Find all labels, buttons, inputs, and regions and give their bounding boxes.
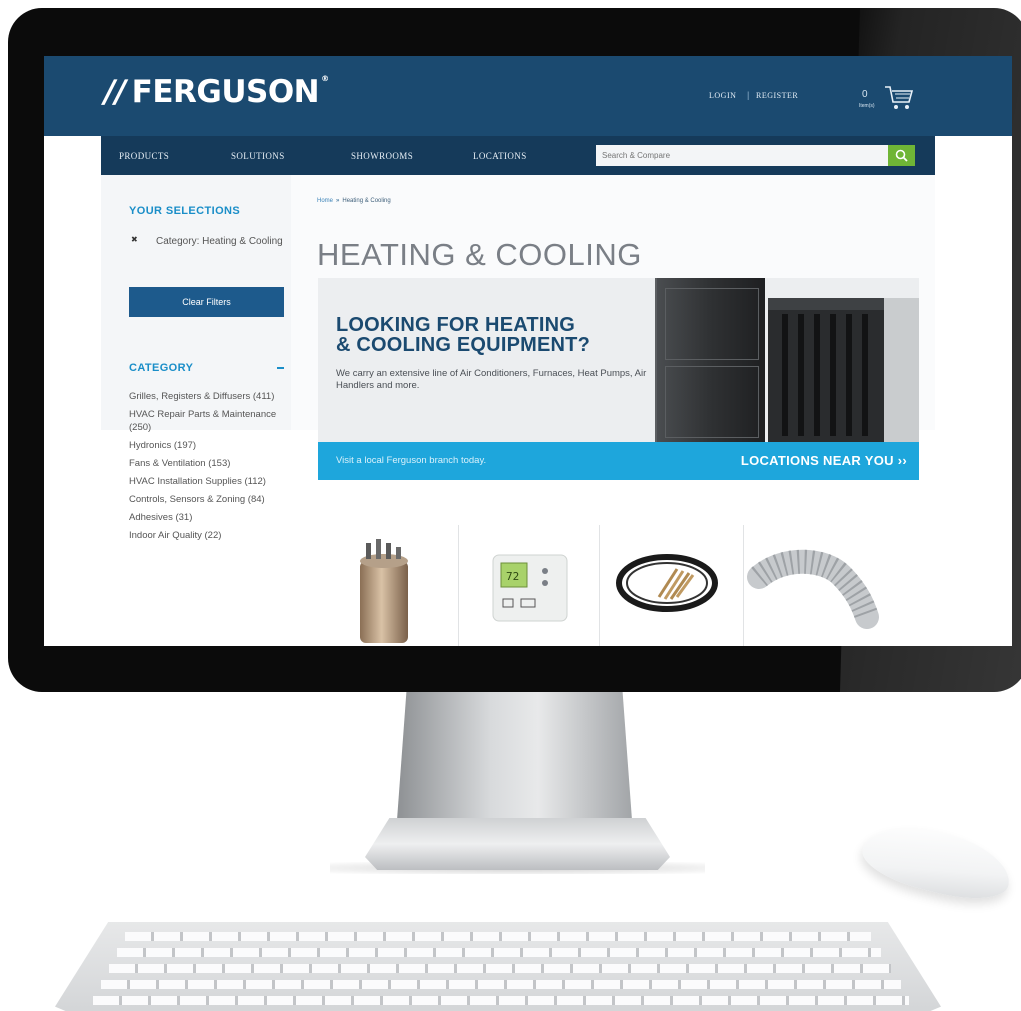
search-input[interactable] [596,145,888,166]
category-item[interactable]: Controls, Sensors & Zoning (84) [129,493,279,506]
cart-icon[interactable] [884,84,914,117]
tile-divider [599,525,600,646]
thermostat-icon: 72 [492,554,568,622]
logo-mark-icon: ∕∕ [104,74,126,110]
locations-strip[interactable]: Visit a local Ferguson branch today. LOC… [318,442,919,480]
category-item[interactable]: Grilles, Registers & Diffusers (411) [129,390,279,403]
desktop-scene: ∕∕ FERGUSON ® LOGIN | REGISTER 0 Item(s) P… [0,0,1021,1011]
product-tile[interactable]: 72 [459,525,599,646]
hero-title-line-1: LOOKING FOR HEATING [336,314,575,336]
collapse-icon[interactable] [277,367,284,369]
svg-text:72: 72 [506,570,519,583]
main-content: Home» Heating & Cooling HEATING & COOLING… [291,175,935,646]
remove-selection-icon[interactable]: ✖ [131,235,138,244]
monitor-stand [397,692,632,820]
cart-count: 0 [862,89,868,100]
hero-banner[interactable]: LOOKING FOR HEATING & COOLING EQUIPMENT?… [318,278,919,480]
breadcrumb: Home» Heating & Cooling [317,198,391,204]
search-icon [895,149,908,162]
nav-products[interactable]: PRODUCTS [119,151,169,161]
register-link[interactable]: REGISTER [756,91,798,100]
search-button[interactable] [888,145,915,166]
header-divider: | [747,90,750,100]
page-title: HEATING & COOLING [317,237,642,272]
monitor-base [365,818,670,870]
category-item[interactable]: HVAC Repair Parts & Maintenance (250) [129,408,279,434]
main-nav: PRODUCTS SOLUTIONS SHOWROOMS LOCATIONS [101,136,935,175]
selected-filter: Category: Heating & Cooling [156,236,283,247]
logo-text: FERGUSON [131,74,320,110]
mouse-icon [856,814,1018,910]
category-item[interactable]: Adhesives (31) [129,511,279,524]
locations-near-you-link[interactable]: LOCATIONS NEAR YOU ›› [741,453,907,468]
category-title: CATEGORY [129,362,194,374]
capacitor-icon [360,539,408,643]
keyboard-icon [55,922,941,1011]
breadcrumb-separator-icon: » [336,198,340,204]
breadcrumb-home[interactable]: Home [317,198,333,204]
furnace-image [655,278,765,442]
product-tile[interactable] [316,525,456,646]
site-header: ∕∕ FERGUSON ® LOGIN | REGISTER 0 Item(s) [44,56,1012,136]
category-item[interactable]: Fans & Ventilation (153) [129,457,279,470]
category-item[interactable]: Hydronics (197) [129,439,279,452]
category-item[interactable]: Indoor Air Quality (22) [129,529,279,542]
air-conditioner-image [768,298,884,442]
wall-image [884,298,919,442]
nav-showrooms[interactable]: SHOWROOMS [351,151,413,161]
hero-title: LOOKING FOR HEATING & COOLING EQUIPMENT? [336,315,590,355]
clear-filters-button[interactable]: Clear Filters [129,287,284,317]
cart-label: Item(s) [859,103,875,109]
nav-locations[interactable]: LOCATIONS [473,151,527,161]
category-item[interactable]: HVAC Installation Supplies (112) [129,475,279,488]
browser-screen: ∕∕ FERGUSON ® LOGIN | REGISTER 0 Item(s) P… [44,56,1012,646]
tile-divider [743,525,744,646]
line-set-icon [616,554,718,612]
breadcrumb-current: Heating & Cooling [342,198,391,204]
product-tile[interactable] [745,525,885,646]
ferguson-logo[interactable]: ∕∕ FERGUSON ® [104,74,329,110]
hero-title-line-2: & COOLING EQUIPMENT? [336,334,590,356]
product-tile[interactable] [601,525,741,646]
strip-text: Visit a local Ferguson branch today. [336,455,487,466]
flex-duct-icon [747,549,879,629]
filter-sidebar: YOUR SELECTIONS ✖ Category: Heating & Co… [101,175,291,646]
nav-solutions[interactable]: SOLUTIONS [231,151,285,161]
selections-title: YOUR SELECTIONS [129,205,241,217]
hero-body: We carry an extensive line of Air Condit… [336,368,647,391]
login-link[interactable]: LOGIN [709,91,736,100]
category-list: Grilles, Registers & Diffusers (411) HVA… [129,390,279,547]
